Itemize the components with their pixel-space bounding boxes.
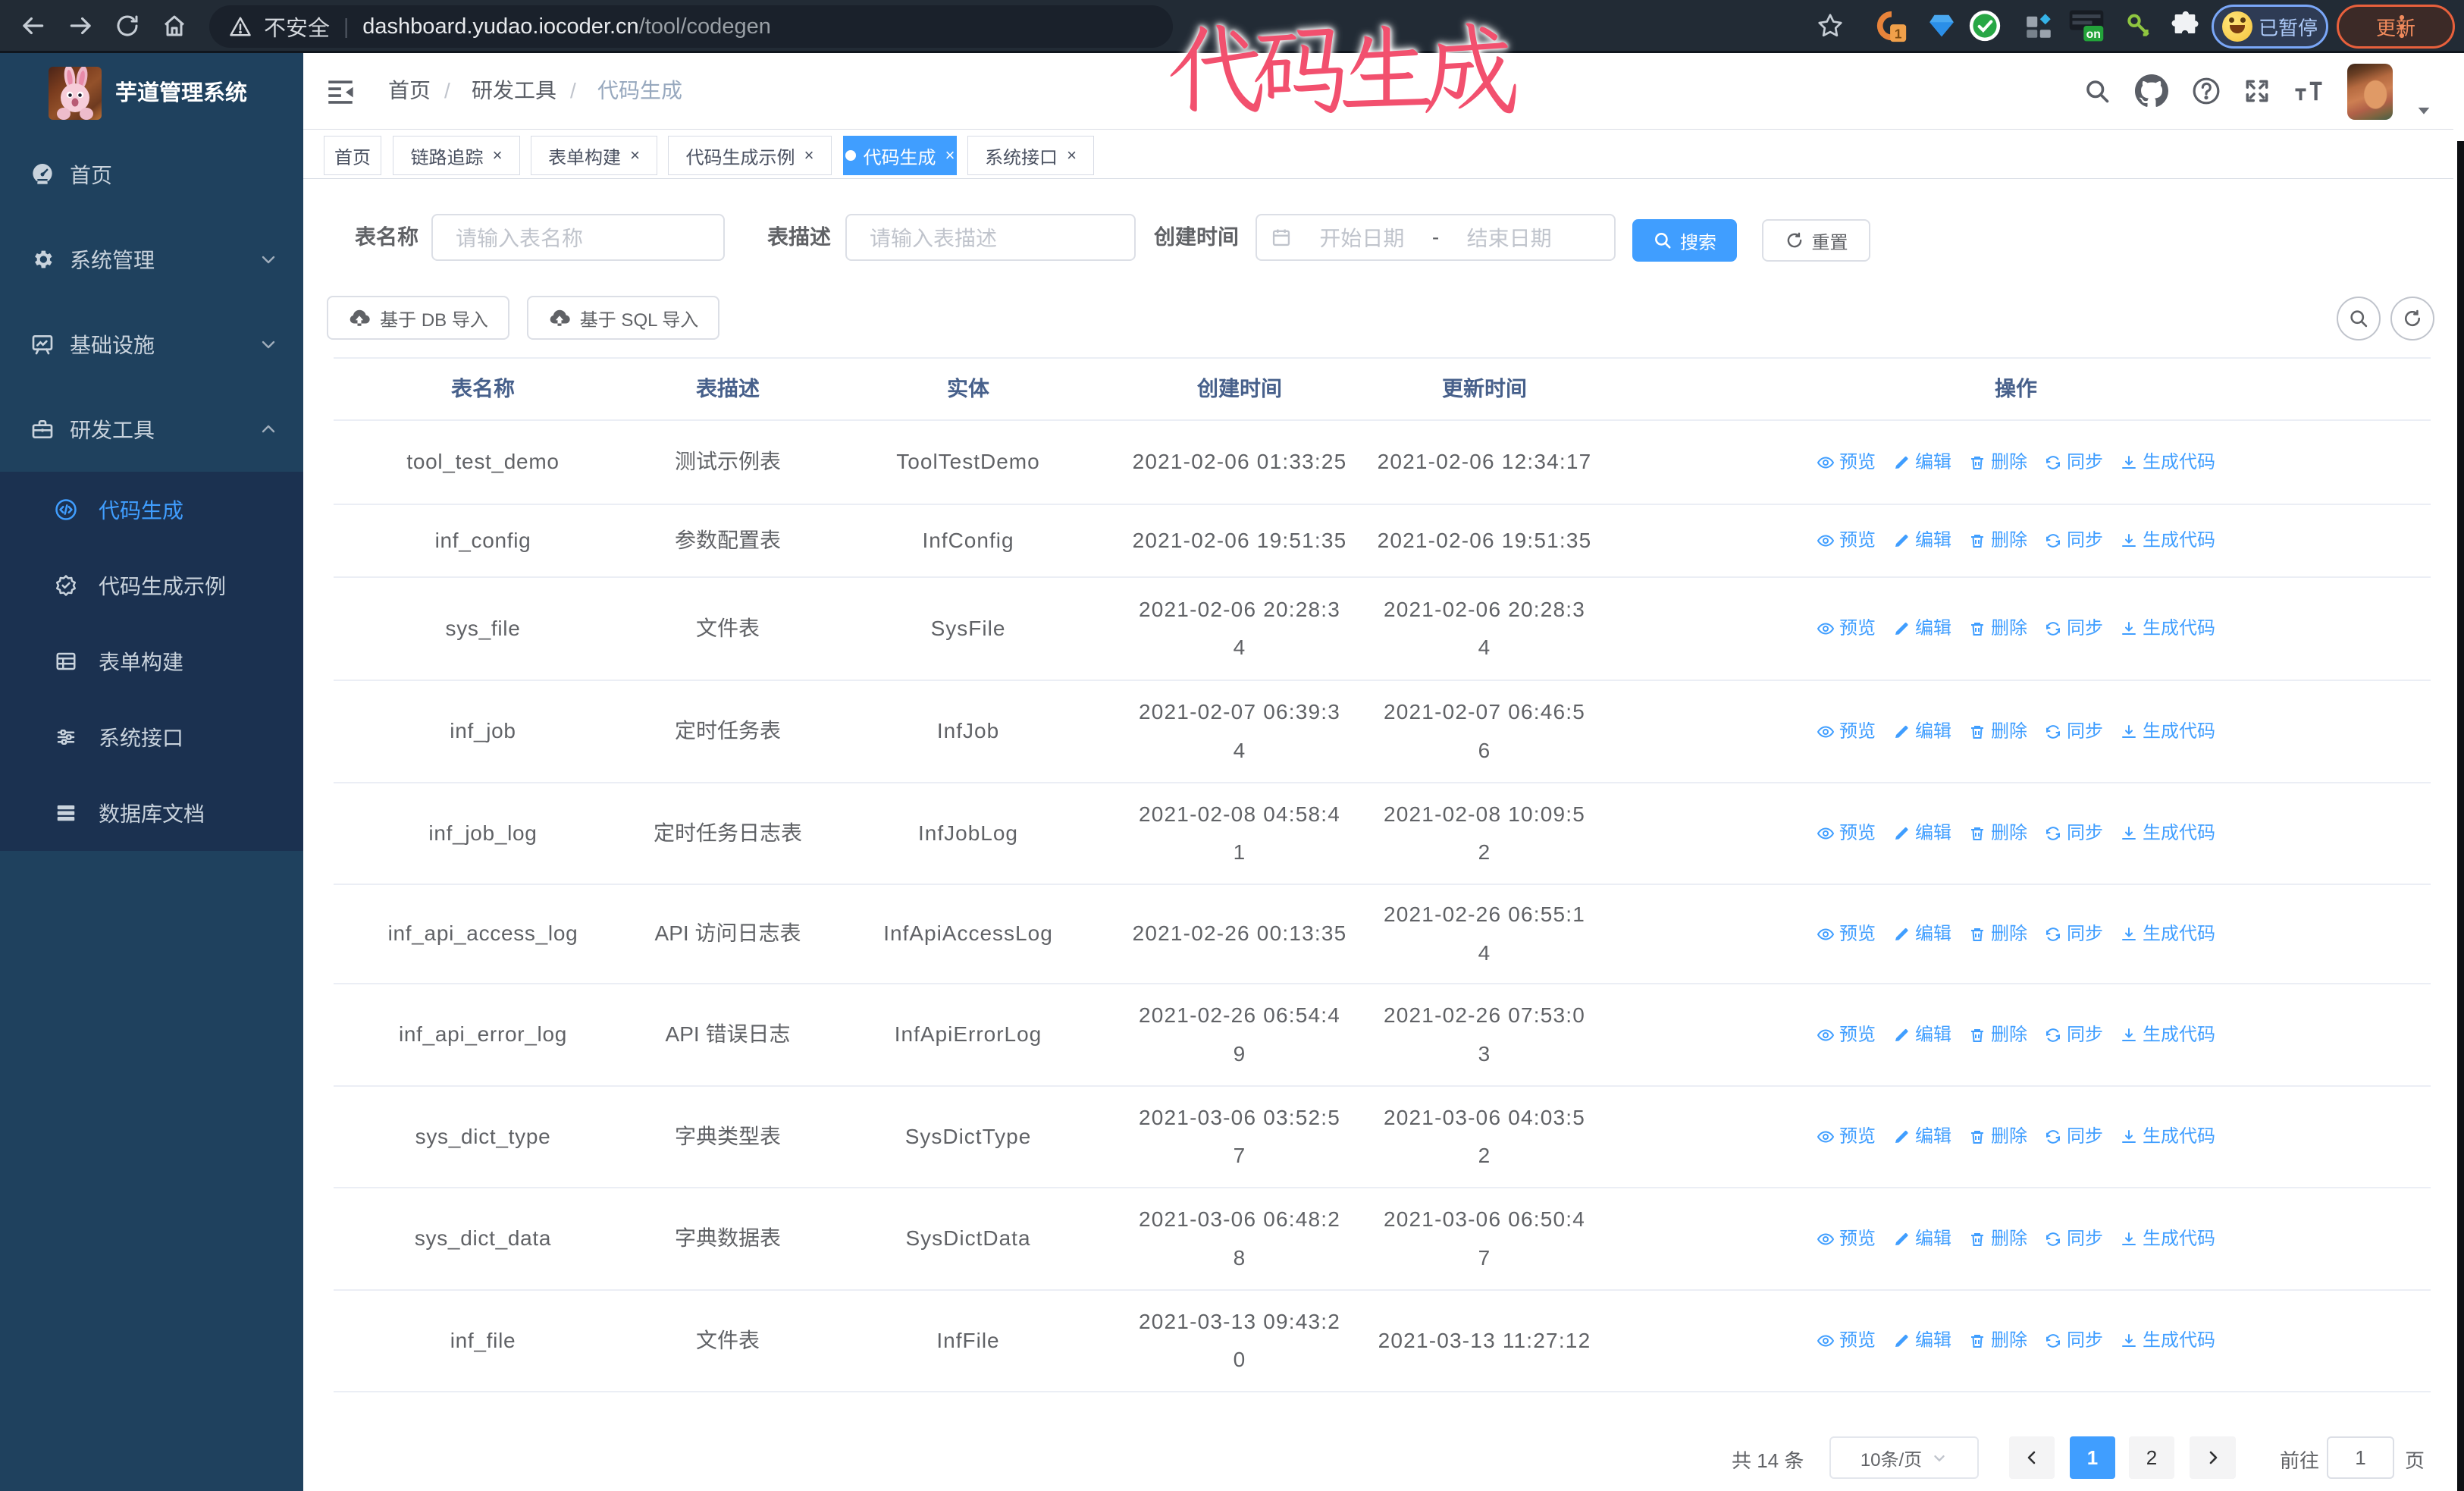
svg-text:1: 1	[1895, 26, 1902, 41]
svg-text:on: on	[2086, 27, 2101, 40]
